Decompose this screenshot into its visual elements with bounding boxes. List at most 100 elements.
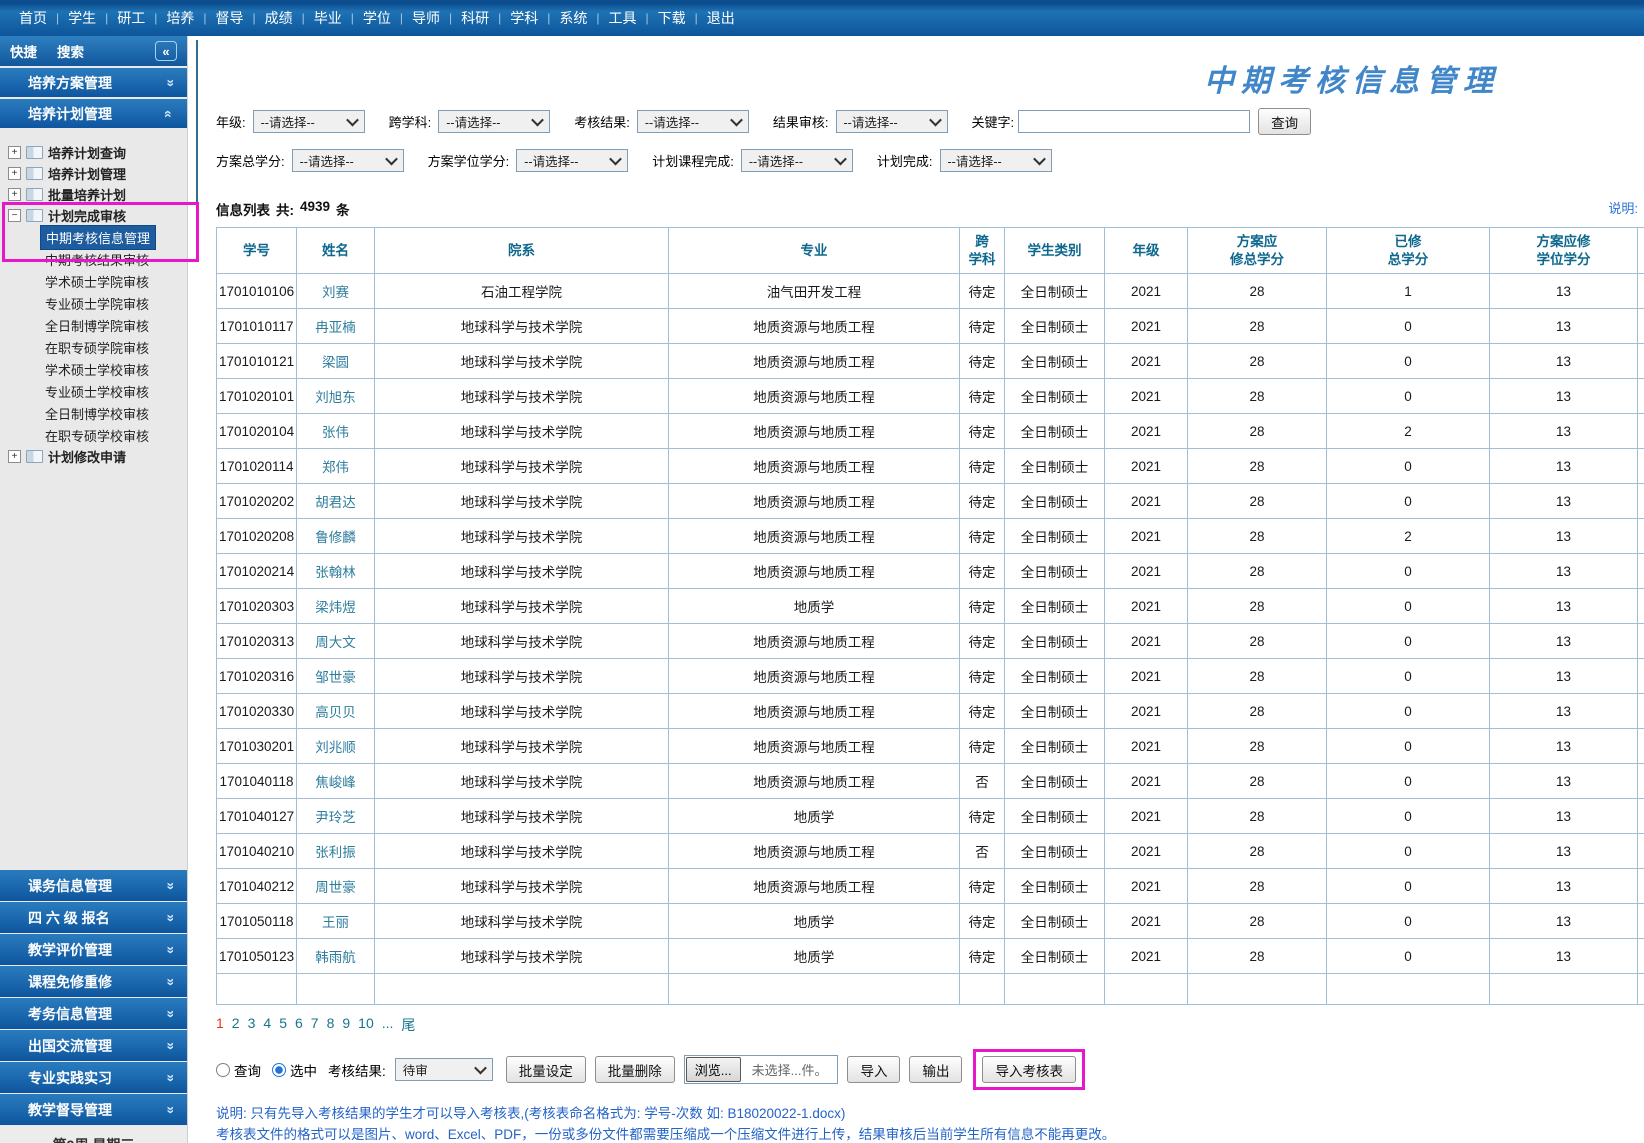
topnav-item[interactable]: 科研 — [452, 8, 498, 28]
import-assess-form-button[interactable]: 导入考核表 — [982, 1056, 1076, 1083]
assess-result-select[interactable]: --请选择-- — [637, 110, 749, 133]
keyword-input[interactable] — [1018, 110, 1250, 133]
sidebar-tree-item[interactable]: −计划完成审核 — [8, 205, 187, 226]
tree-subitem[interactable]: 中期考核结果审核 — [40, 248, 187, 270]
tree-subitem-selected[interactable]: 中期考核信息管理 — [40, 226, 187, 248]
sidebar-tree-item[interactable]: +计划修改申请 — [8, 446, 187, 467]
interdisciplinary-select[interactable]: --请选择-- — [438, 110, 550, 133]
table-cell: 13 — [1490, 554, 1638, 589]
page-link[interactable]: 5 — [279, 1015, 287, 1035]
sidebar-tree-item[interactable]: +批量培养计划 — [8, 184, 187, 205]
tree-subitem[interactable]: 学术硕士学校审核 — [40, 358, 187, 380]
sidebar-section-header[interactable]: 专业实践实习« — [0, 1062, 187, 1093]
sidebar-section-header[interactable]: 培养计划管理« — [0, 99, 187, 128]
collapse-sidebar-button[interactable]: « — [155, 41, 177, 61]
search-tab[interactable]: 搜索 — [57, 41, 84, 61]
student-name-link[interactable]: 胡君达 — [315, 495, 356, 510]
expand-toggle-icon[interactable]: + — [8, 146, 21, 159]
student-name-link[interactable]: 张利振 — [315, 845, 356, 860]
sidebar-section-header[interactable]: 考务信息管理« — [0, 998, 187, 1029]
quick-tab[interactable]: 快捷 — [10, 41, 37, 61]
student-name-link[interactable]: 冉亚楠 — [315, 320, 356, 335]
student-name-link[interactable]: 鲁修麟 — [315, 530, 356, 545]
topnav-item[interactable]: 学生 — [59, 8, 105, 28]
topnav-item[interactable]: 学科 — [501, 8, 547, 28]
tree-subitem[interactable]: 在职专硕学院审核 — [40, 336, 187, 358]
student-name-link[interactable]: 张翰林 — [315, 565, 356, 580]
query-radio[interactable]: 查询 — [216, 1060, 261, 1080]
sidebar-section-header[interactable]: 课务信息管理« — [0, 870, 187, 901]
sidebar-section-header[interactable]: 教学督导管理« — [0, 1094, 187, 1125]
tree-subitem[interactable]: 专业硕士学院审核 — [40, 292, 187, 314]
batch-set-button[interactable]: 批量设定 — [506, 1056, 586, 1083]
student-name-link[interactable]: 邹世豪 — [315, 670, 356, 685]
student-name-link[interactable]: 周大文 — [315, 635, 356, 650]
tree-subitem[interactable]: 全日制博学校审核 — [40, 402, 187, 424]
page-link[interactable]: 9 — [342, 1015, 350, 1035]
batch-delete-button[interactable]: 批量删除 — [595, 1056, 675, 1083]
topnav-item[interactable]: 工具 — [600, 8, 646, 28]
topnav-item[interactable]: 成绩 — [256, 8, 302, 28]
sidebar-tree-item[interactable]: +培养计划管理 — [8, 163, 187, 184]
student-name-link[interactable]: 刘兆顺 — [315, 740, 356, 755]
topnav-item[interactable]: 培养 — [157, 8, 203, 28]
assess-result-select[interactable]: 待审 — [395, 1058, 493, 1081]
page-link[interactable]: 3 — [248, 1015, 256, 1035]
page-link[interactable]: 4 — [263, 1015, 271, 1035]
student-name-link[interactable]: 焦峻峰 — [315, 775, 356, 790]
expand-toggle-icon[interactable]: + — [8, 188, 21, 201]
tree-subitem[interactable]: 专业硕士学校审核 — [40, 380, 187, 402]
student-name-link[interactable]: 韩雨航 — [315, 950, 356, 965]
sidebar-section-header[interactable]: 课程免修重修« — [0, 966, 187, 997]
student-name-link[interactable]: 王丽 — [322, 915, 349, 930]
plan-course-done-select[interactable]: --请选择-- — [741, 149, 853, 172]
sidebar-tree-item[interactable]: +培养计划查询 — [8, 142, 187, 163]
sidebar-section-header[interactable]: 四 六 级 报名« — [0, 902, 187, 933]
result-audit-select[interactable]: --请选择-- — [836, 110, 948, 133]
expand-toggle-icon[interactable]: + — [8, 167, 21, 180]
import-button[interactable]: 导入 — [847, 1056, 900, 1083]
plan-done-select[interactable]: --请选择-- — [940, 149, 1052, 172]
topnav-item[interactable]: 导师 — [403, 8, 449, 28]
selected-radio[interactable]: 选中 — [272, 1060, 317, 1080]
plan-total-credits-select[interactable]: --请选择-- — [292, 149, 404, 172]
student-name-link[interactable]: 高贝贝 — [315, 705, 356, 720]
topnav-item[interactable]: 系统 — [550, 8, 596, 28]
expand-toggle-icon[interactable]: − — [8, 209, 21, 222]
page-link[interactable]: 6 — [295, 1015, 303, 1035]
sidebar-section-header[interactable]: 出国交流管理« — [0, 1030, 187, 1061]
page-link[interactable]: 2 — [232, 1015, 240, 1035]
topnav-item[interactable]: 研工 — [108, 8, 154, 28]
student-name-link[interactable]: 刘赛 — [322, 285, 349, 300]
topnav-item[interactable]: 下载 — [649, 8, 695, 28]
sidebar-section-header[interactable]: 教学评价管理« — [0, 934, 187, 965]
student-name-link[interactable]: 郑伟 — [322, 460, 349, 475]
grade-select[interactable]: --请选择-- — [253, 110, 365, 133]
browse-button[interactable]: 浏览... — [686, 1057, 741, 1082]
page-last-link[interactable]: 尾 — [401, 1015, 415, 1035]
student-name-link[interactable]: 梁炜煜 — [315, 600, 356, 615]
topnav-item[interactable]: 退出 — [698, 8, 744, 28]
page-link[interactable]: 8 — [327, 1015, 335, 1035]
export-button[interactable]: 输出 — [909, 1056, 962, 1083]
tree-subitem[interactable]: 全日制博学院审核 — [40, 314, 187, 336]
student-name-link[interactable]: 尹玲芝 — [315, 810, 356, 825]
tree-subitem[interactable]: 学术硕士学院审核 — [40, 270, 187, 292]
expand-toggle-icon[interactable]: + — [8, 450, 21, 463]
topnav-item[interactable]: 督导 — [207, 8, 253, 28]
tree-subitem[interactable]: 在职专硕学校审核 — [40, 424, 187, 446]
sidebar-section-header[interactable]: 培养方案管理« — [0, 68, 187, 97]
topnav-item[interactable]: 学位 — [354, 8, 400, 28]
topnav-item[interactable]: 毕业 — [305, 8, 351, 28]
plan-degree-credits-select[interactable]: --请选择-- — [516, 149, 628, 172]
student-name-link[interactable]: 张伟 — [322, 425, 349, 440]
search-button[interactable]: 查询 — [1258, 108, 1311, 135]
file-input[interactable]: 浏览... 未选择...件。 — [684, 1055, 839, 1084]
student-name-link[interactable]: 周世豪 — [315, 880, 356, 895]
page-link[interactable]: 7 — [311, 1015, 319, 1035]
student-name-link[interactable]: 梁圆 — [322, 355, 349, 370]
explain-link[interactable]: 说明: — [1608, 198, 1638, 217]
page-link[interactable]: 10 — [358, 1015, 374, 1035]
student-name-link[interactable]: 刘旭东 — [315, 390, 356, 405]
topnav-item[interactable]: 首页 — [10, 8, 56, 28]
